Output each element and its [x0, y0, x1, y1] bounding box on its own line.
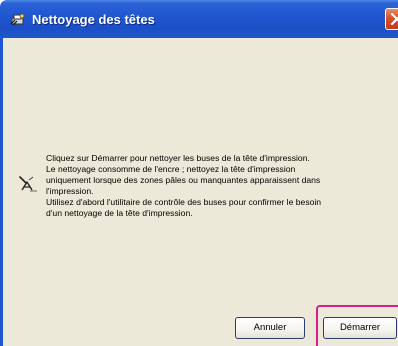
title-bar[interactable]: Nettoyage des têtes — [0, 0, 398, 38]
printer-head-cleaning-icon — [10, 13, 26, 27]
instruction-line: Cliquez sur Démarrer pour nettoyer les b… — [46, 153, 310, 163]
instruction-line: d'un nettoyage de la tête d'impression. — [46, 208, 193, 218]
head-cleaning-dialog: Nettoyage des têtes Cliquez sur Démarrer… — [0, 0, 398, 346]
nozzle-cleaning-icon — [18, 174, 40, 194]
instruction-line: l'impression. — [46, 186, 94, 196]
close-button[interactable] — [385, 8, 398, 30]
instruction-line: uniquement lorsque des zones pâles ou ma… — [46, 175, 321, 185]
cancel-button[interactable]: Annuler — [235, 317, 305, 339]
start-button-highlight — [316, 305, 398, 346]
instruction-text: Cliquez sur Démarrer pour nettoyer les b… — [46, 153, 398, 219]
close-icon — [390, 13, 398, 25]
instruction-line: Le nettoyage consomme de l'encre ; netto… — [46, 164, 296, 174]
window-title: Nettoyage des têtes — [32, 12, 155, 27]
instruction-line: Utilisez d'abord l'utilitaire de contrôl… — [46, 197, 322, 207]
dialog-body: Cliquez sur Démarrer pour nettoyer les b… — [0, 38, 398, 346]
